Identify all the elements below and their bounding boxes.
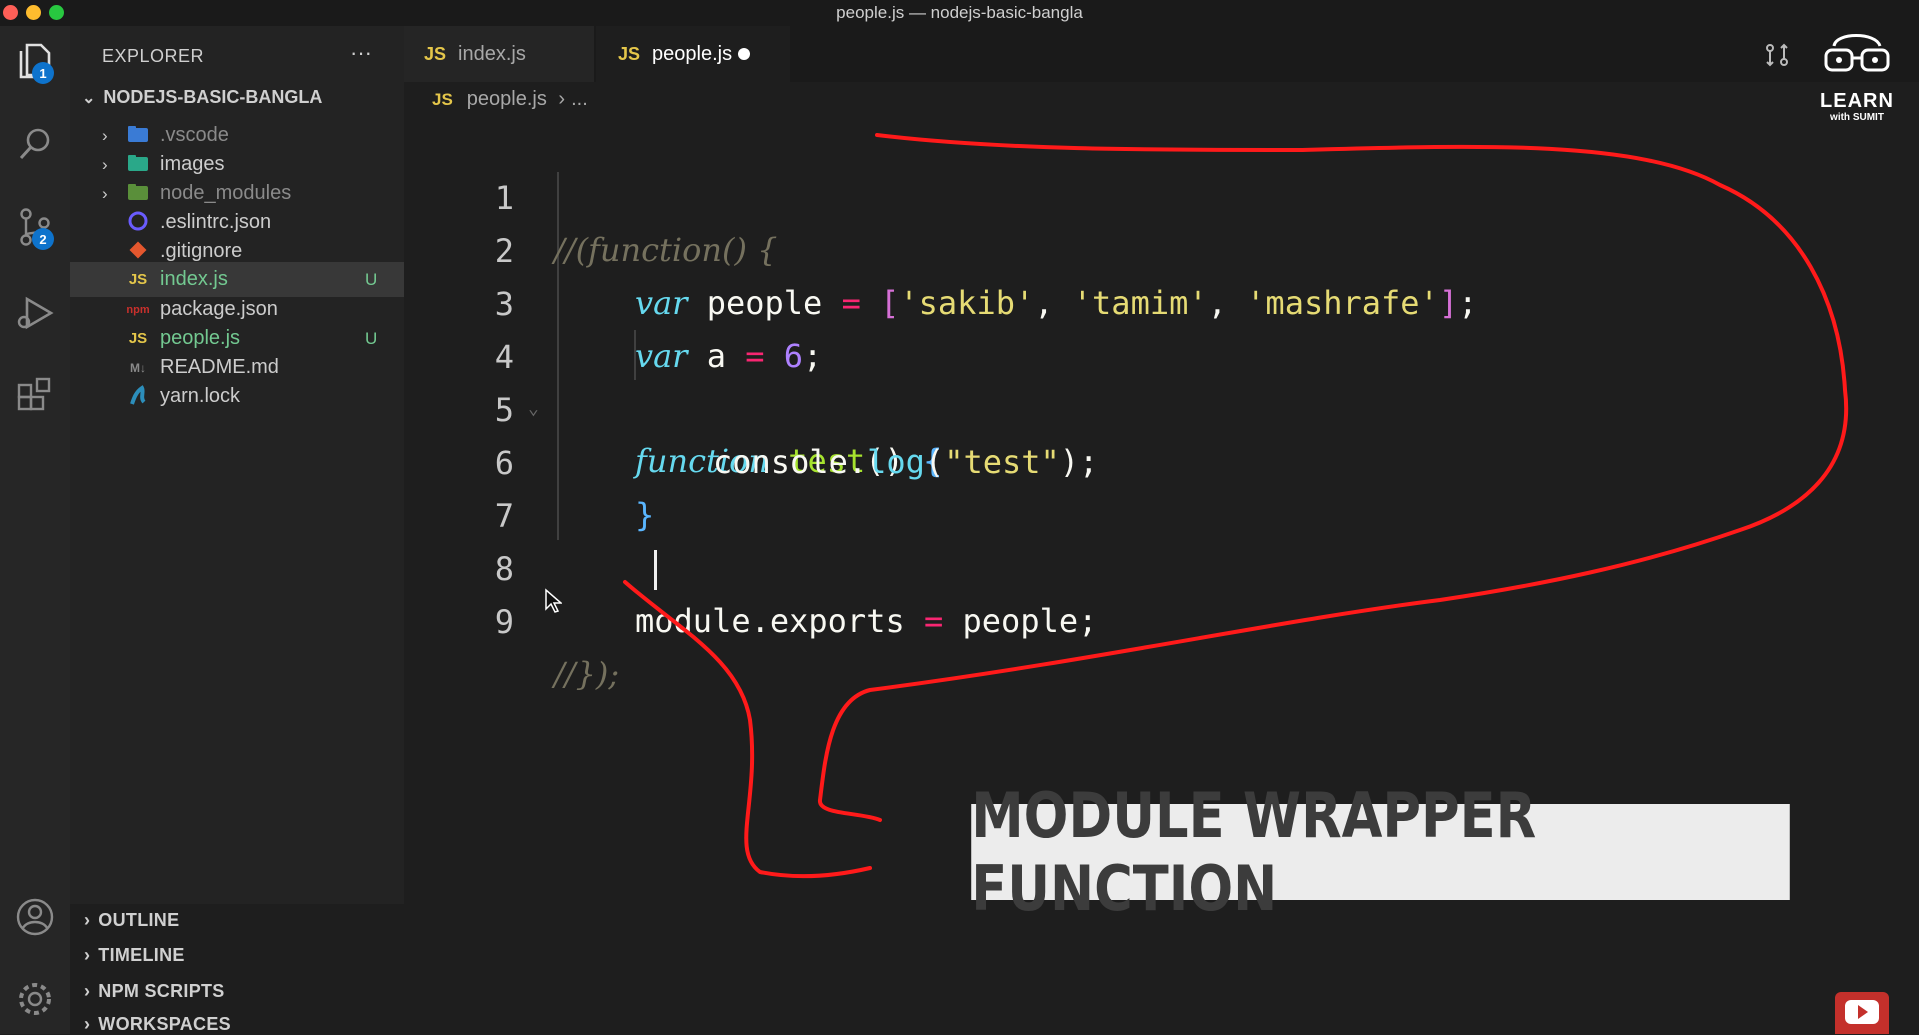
youtube-play-icon	[1845, 1000, 1879, 1024]
video-caption-banner: MODULE WRAPPER FUNCTION	[971, 779, 1790, 925]
youtube-subscribe-button[interactable]	[1835, 992, 1889, 1034]
